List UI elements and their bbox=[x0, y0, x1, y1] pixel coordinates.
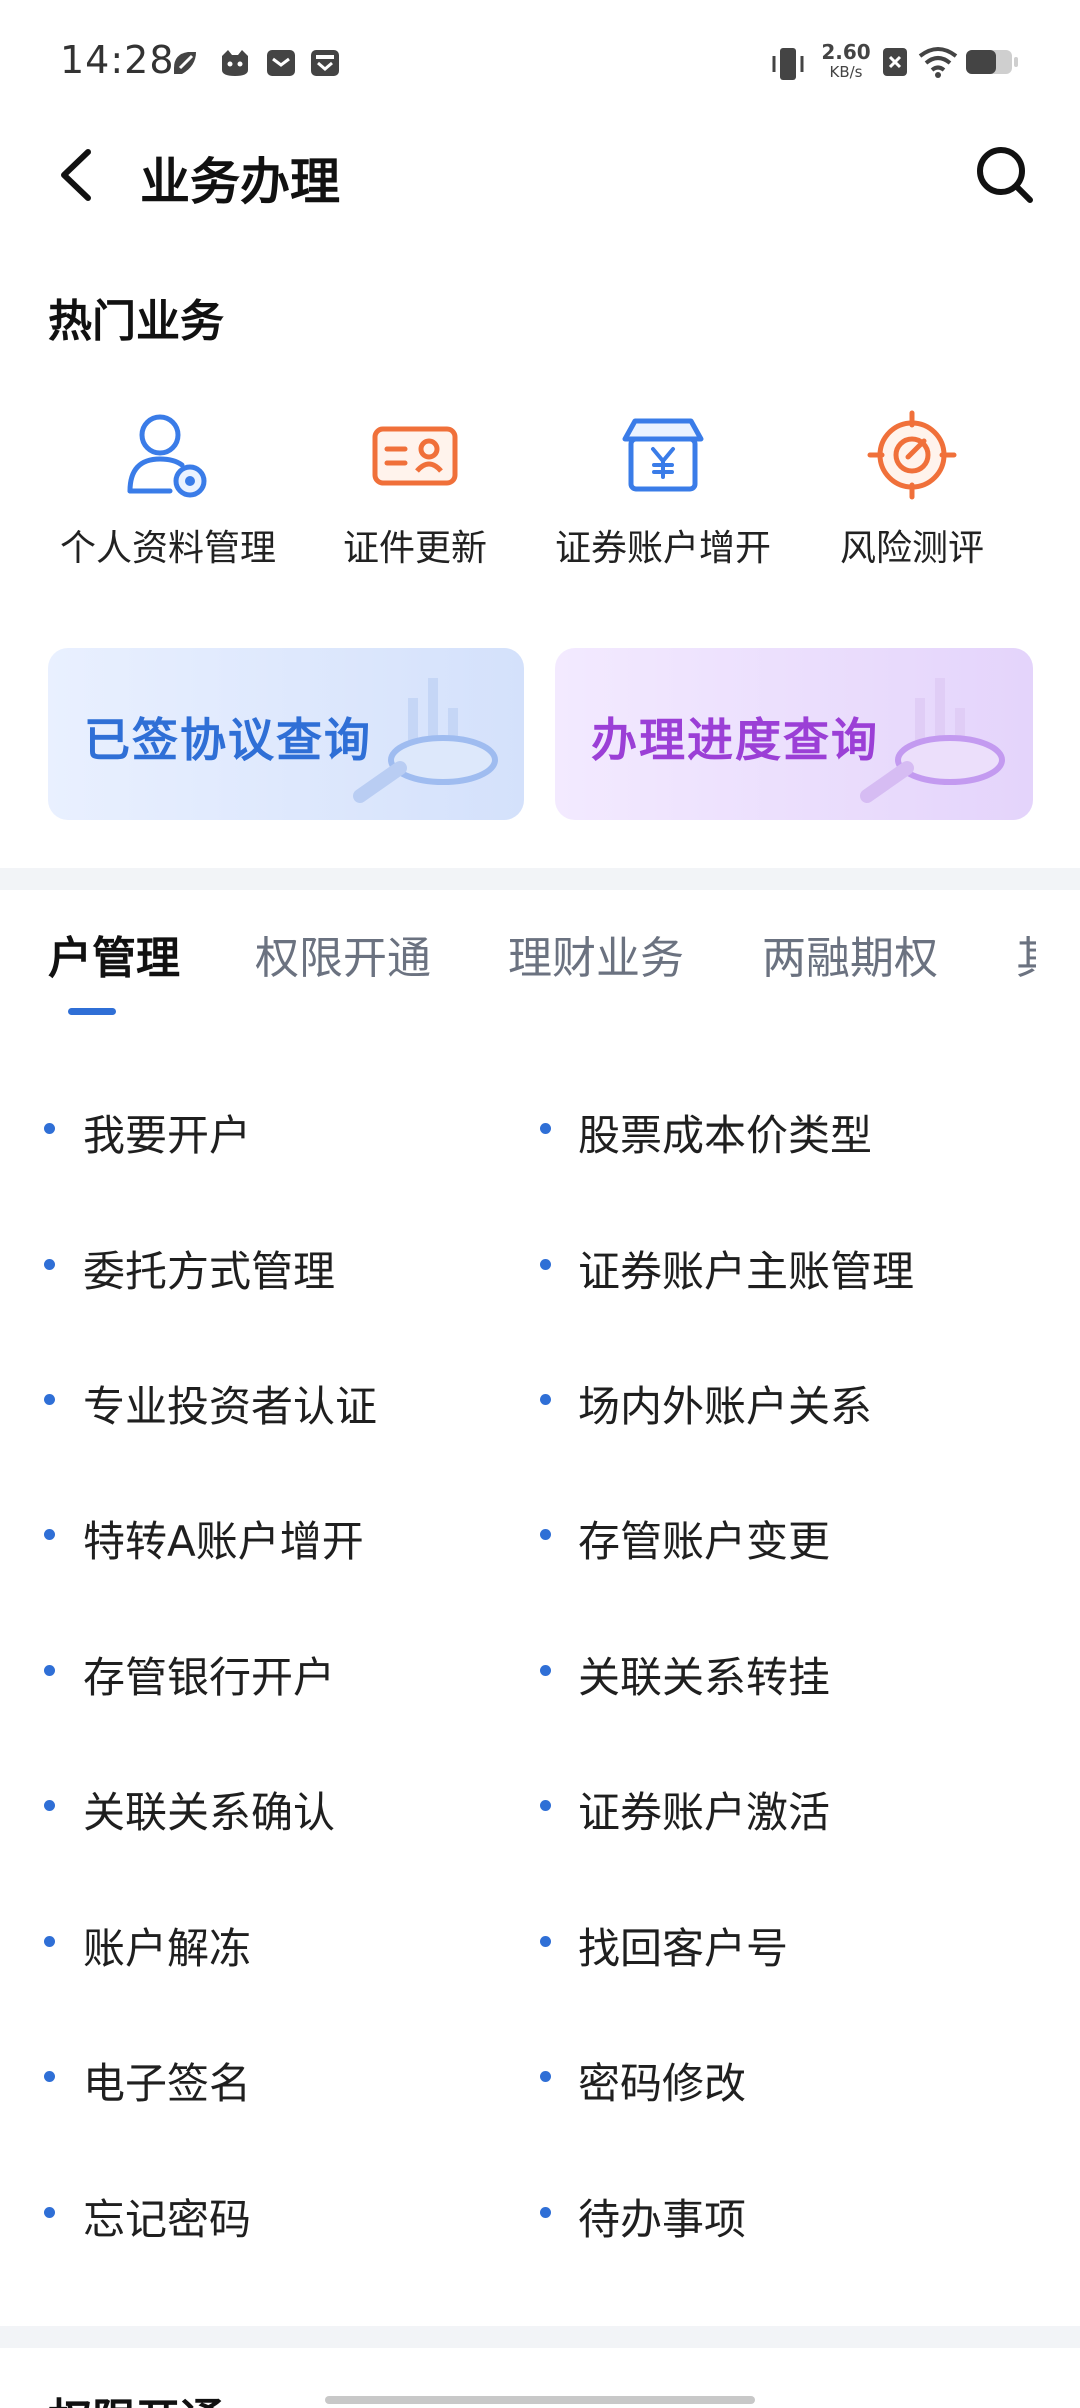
hot-item-label: 个人资料管理 bbox=[59, 528, 276, 569]
progress-query-card[interactable]: 办理进度查询 bbox=[555, 648, 1033, 820]
search-button[interactable] bbox=[970, 140, 1040, 210]
menu-item-relation-confirm[interactable]: 关联关系确认 bbox=[83, 1779, 335, 1840]
bullet-dot bbox=[540, 1800, 551, 1811]
menu-item-special-a-account[interactable]: 特转A账户增开 bbox=[83, 1508, 364, 1569]
close-box-icon bbox=[880, 44, 912, 80]
menu-item-todo[interactable]: 待办事项 bbox=[578, 2186, 746, 2247]
bullet-dot bbox=[540, 1394, 551, 1405]
bullet-dot bbox=[44, 1259, 55, 1270]
user-gear-icon bbox=[118, 405, 218, 505]
inbox-icon bbox=[308, 46, 342, 80]
card-label: 办理进度查询 bbox=[591, 713, 879, 767]
hot-item-label: 证件更新 bbox=[342, 528, 487, 569]
section-divider bbox=[0, 2326, 1080, 2348]
card-label: 已签协议查询 bbox=[84, 713, 372, 767]
menu-item-activate-account[interactable]: 证券账户激活 bbox=[578, 1779, 830, 1840]
signed-agreements-card[interactable]: 已签协议查询 bbox=[48, 648, 524, 820]
page-title: 业务办理 bbox=[140, 153, 340, 211]
menu-item-change-password[interactable]: 密码修改 bbox=[578, 2050, 746, 2111]
tab-other-clip: 其 bbox=[1016, 922, 1036, 986]
tab-permissions[interactable]: 权限开通 bbox=[255, 922, 431, 986]
menu-item-e-signature[interactable]: 电子签名 bbox=[83, 2050, 251, 2111]
hot-item-risk-test[interactable]: 风险测评 bbox=[792, 405, 1032, 575]
menu-item-entrust-method[interactable]: 委托方式管理 bbox=[83, 1238, 335, 1299]
bullet-dot bbox=[540, 2207, 551, 2218]
chevron-left-icon bbox=[61, 149, 91, 201]
menu-item-cost-price-type[interactable]: 股票成本价类型 bbox=[578, 1102, 872, 1163]
bullet-dot bbox=[44, 2207, 55, 2218]
bullet-dot bbox=[44, 1936, 55, 1947]
bullet-dot bbox=[44, 1123, 55, 1134]
hot-section-title: 热门业务 bbox=[48, 296, 224, 347]
tab-other[interactable]: 其 bbox=[1016, 922, 1036, 986]
menu-item-recover-client-id[interactable]: 找回客户号 bbox=[578, 1915, 788, 1976]
menu-item-forgot-password[interactable]: 忘记密码 bbox=[83, 2186, 251, 2247]
status-bar: 14:28 2.60 KB/s bbox=[0, 0, 1080, 130]
menu-item-onoff-exchange[interactable]: 场内外账户关系 bbox=[578, 1373, 872, 1434]
tab-margin-options[interactable]: 两融期权 bbox=[762, 922, 938, 986]
bullet-dot bbox=[540, 2071, 551, 2082]
battery-icon bbox=[964, 44, 1020, 80]
hot-item-id-update[interactable]: 证件更新 bbox=[295, 405, 535, 575]
menu-item-custody-bank[interactable]: 存管银行开户 bbox=[83, 1644, 335, 1705]
cat-icon bbox=[218, 46, 252, 80]
speed-unit: KB/s bbox=[829, 63, 863, 81]
home-indicator[interactable] bbox=[325, 2396, 755, 2404]
bullet-dot bbox=[44, 1394, 55, 1405]
menu-item-main-account[interactable]: 证券账户主账管理 bbox=[578, 1238, 914, 1299]
menu-item-relation-transfer[interactable]: 关联关系转挂 bbox=[578, 1644, 830, 1705]
bullet-dot bbox=[44, 1800, 55, 1811]
magnifier-illustration-icon bbox=[353, 678, 498, 803]
tab-account-management[interactable]: 户管理 bbox=[48, 922, 180, 986]
menu-item-unfreeze[interactable]: 账户解冻 bbox=[83, 1915, 251, 1976]
tab-wealth[interactable]: 理财业务 bbox=[508, 922, 684, 986]
menu-item-pro-investor[interactable]: 专业投资者认证 bbox=[83, 1373, 377, 1434]
menu-item-custody-change[interactable]: 存管账户变更 bbox=[578, 1508, 830, 1569]
bullet-dot bbox=[540, 1529, 551, 1540]
menu-item-open-account[interactable]: 我要开户 bbox=[83, 1102, 251, 1163]
section-divider bbox=[0, 868, 1080, 890]
hot-item-profile[interactable]: 个人资料管理 bbox=[48, 405, 288, 575]
vibrate-icon bbox=[770, 44, 806, 84]
hot-item-add-account[interactable]: 证券账户增开 bbox=[543, 405, 783, 575]
yuan-box-icon bbox=[613, 405, 713, 505]
hot-item-label: 证券账户增开 bbox=[554, 528, 771, 569]
bullet-dot bbox=[540, 1936, 551, 1947]
tab-active-indicator bbox=[68, 1008, 116, 1015]
id-card-icon bbox=[365, 405, 465, 505]
next-section-title: 权限开通 bbox=[48, 2384, 224, 2408]
mail-icon bbox=[264, 46, 298, 80]
magnifier-illustration-icon bbox=[860, 678, 1005, 803]
back-button[interactable] bbox=[50, 140, 110, 210]
network-speed: 2.60 KB/s bbox=[820, 42, 872, 82]
bullet-dot bbox=[540, 1259, 551, 1270]
speed-value: 2.60 bbox=[821, 40, 871, 64]
wifi-icon bbox=[918, 44, 958, 80]
target-icon bbox=[862, 405, 962, 505]
bullet-dot bbox=[540, 1665, 551, 1676]
bullet-dot bbox=[44, 1529, 55, 1540]
app-icon bbox=[168, 46, 202, 80]
bullet-dot bbox=[44, 2071, 55, 2082]
bullet-dot bbox=[540, 1123, 551, 1134]
status-time: 14:28 bbox=[60, 38, 175, 82]
hot-item-label: 风险测评 bbox=[839, 528, 984, 569]
bullet-dot bbox=[44, 1665, 55, 1676]
search-icon bbox=[977, 147, 1033, 203]
